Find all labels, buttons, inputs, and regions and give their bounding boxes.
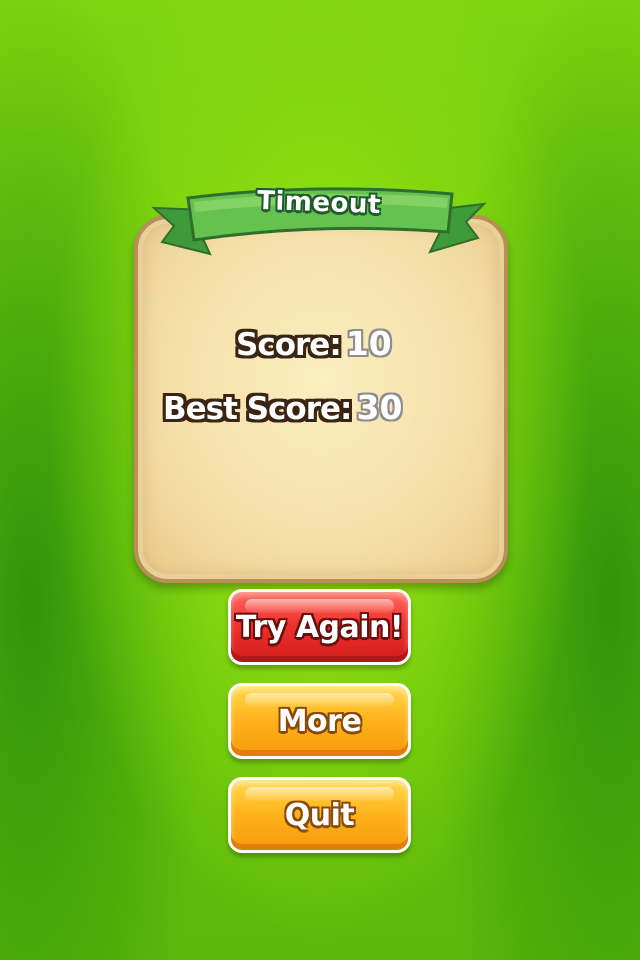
- best-score-value: 30: [356, 388, 403, 427]
- more-button[interactable]: More: [228, 683, 411, 759]
- button-shine: [245, 693, 394, 707]
- button-shine: [245, 787, 394, 801]
- quit-button[interactable]: Quit: [228, 777, 411, 853]
- title-ribbon: Timeout: [148, 180, 490, 258]
- score-value: 10: [345, 324, 392, 363]
- button-shine: [245, 599, 394, 613]
- more-label: More: [277, 703, 362, 739]
- try-again-label: Try Again!: [235, 609, 404, 645]
- quit-label: Quit: [284, 797, 355, 833]
- score-row: Score: 10: [236, 324, 392, 374]
- try-again-button[interactable]: Try Again!: [228, 589, 411, 665]
- best-score-label: Best Score:: [163, 391, 352, 427]
- best-score-row: Best Score: 30: [163, 388, 402, 438]
- score-label: Score:: [236, 327, 342, 363]
